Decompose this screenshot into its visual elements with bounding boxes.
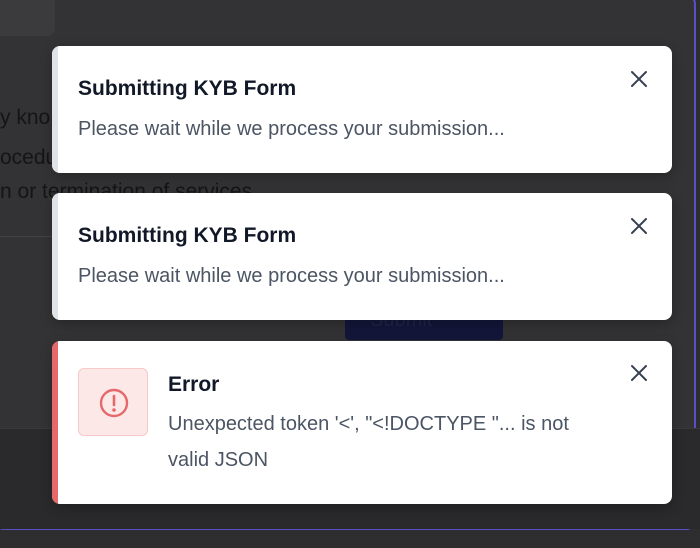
toast-status-stripe [52, 341, 58, 504]
toast-status-stripe [52, 46, 58, 173]
background-card [0, 0, 55, 36]
background-divider [0, 236, 60, 237]
toast-error: Error Unexpected token '<', "<!DOCTYPE "… [52, 341, 672, 504]
close-icon[interactable] [628, 68, 650, 90]
toast-loading: Submitting KYB Form Please wait while we… [52, 46, 672, 173]
toast-message: Unexpected token '<', "<!DOCTYPE "... is… [168, 413, 569, 471]
background-submit-button: Submit [345, 320, 503, 340]
close-icon[interactable] [628, 362, 650, 384]
toast-title: Submitting KYB Form [78, 77, 297, 100]
background-text-line: ocedu [0, 146, 58, 169]
close-icon[interactable] [628, 215, 650, 237]
toast-loading: Submitting KYB Form Please wait while we… [52, 193, 672, 320]
toast-status-stripe [52, 193, 58, 320]
error-icon-box [78, 368, 148, 436]
toast-message: Please wait while we process your submis… [78, 118, 505, 140]
alert-circle-icon [99, 388, 129, 418]
toast-message: Please wait while we process your submis… [78, 265, 505, 287]
toast-title: Error [168, 373, 220, 396]
background-text-line: y kno [0, 106, 51, 129]
toast-title: Submitting KYB Form [78, 224, 297, 247]
